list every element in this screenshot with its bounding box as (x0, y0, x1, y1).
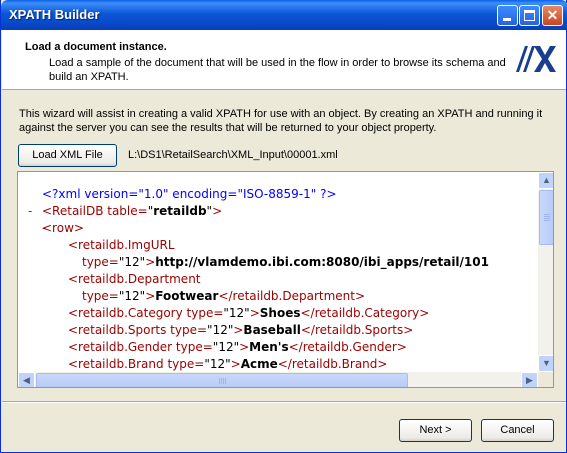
xml-token: </retaildb.Brand> (277, 357, 388, 371)
footer-divider (2, 401, 566, 403)
xml-line-content: <row> (42, 220, 84, 237)
xml-token: <RetailDB (42, 204, 104, 218)
header-description: Load a sample of the document that will … (49, 57, 506, 83)
xml-token: </retaildb.Department> (218, 289, 366, 303)
xml-line-content: <retaildb.Brand type="12">Acme</retaildb… (68, 356, 387, 372)
xml-token: > (230, 357, 241, 371)
xml-token: <retaildb.Gender (68, 340, 173, 354)
scrollbar-corner (538, 372, 553, 387)
next-button[interactable]: Next > (399, 419, 472, 442)
xml-line-content: <retaildb.Category type="12">Shoes</reta… (68, 305, 429, 322)
horizontal-scrollbar[interactable]: ◀ ▶ (18, 372, 538, 387)
close-icon: ✕ (546, 7, 559, 23)
xml-token: <retaildb.Sports (68, 323, 167, 337)
xml-line-content: type="12">Footwear</retaildb.Department> (82, 288, 365, 305)
xml-line-content: <retaildb.Sports type="12">Baseball</ret… (68, 322, 413, 339)
xml-token: Baseball (243, 323, 301, 337)
xml-token: "12" (223, 306, 250, 320)
scroll-down-button[interactable]: ▼ (538, 355, 553, 372)
file-path-label: L:\DS1\RetailSearch\XML_Input\00001.xml (128, 149, 338, 161)
xml-token: </retaildb.Category> (300, 306, 430, 320)
xml-token: type= (182, 306, 224, 320)
xml-token: <row> (42, 221, 84, 235)
xml-token: > (233, 323, 244, 337)
xml-token: > (145, 289, 156, 303)
maximize-button[interactable] (519, 5, 540, 26)
xml-token: type= (172, 340, 213, 354)
xml-line-content: <retaildb.Department (68, 271, 201, 288)
xml-token: Footwear (155, 289, 219, 303)
xml-line-content: <RetailDB table="retaildb"> (42, 203, 222, 220)
xml-token: Men's (249, 340, 289, 354)
cancel-button[interactable]: Cancel (481, 419, 554, 442)
xml-token: type= (166, 323, 208, 337)
xml-token: > (145, 255, 156, 269)
xml-line-content: type="12">http://vlamdemo.ibi.com:8080/i… (82, 254, 489, 271)
scroll-right-button[interactable]: ▶ (521, 372, 538, 387)
vertical-scrollbar[interactable]: ▲ ▼ (538, 172, 553, 372)
close-button[interactable]: ✕ (542, 5, 563, 26)
xml-token: type= (82, 289, 119, 303)
window-title: XPATH Builder (9, 7, 100, 22)
scroll-left-button[interactable]: ◀ (18, 372, 35, 387)
xml-token: Acme (240, 357, 278, 371)
xml-token: <retaildb.Category (68, 306, 183, 320)
xml-token: </retaildb.Gender> (288, 340, 407, 354)
xml-token: http://vlamdemo.ibi.com:8080/ibi_apps/re… (155, 255, 489, 269)
xml-token: "12" (207, 323, 234, 337)
header-title: Load a document instance. (25, 41, 167, 53)
xml-line-content: <retaildb.Gender type="12">Men's</retail… (68, 339, 407, 356)
title-bar[interactable]: XPATH Builder ✕ (1, 0, 567, 30)
xml-token: "12" (118, 255, 146, 269)
xml-token: </retaildb.Sports> (300, 323, 414, 337)
minimize-button[interactable] (497, 5, 518, 26)
xml-token: Shoes (259, 306, 301, 320)
xml-tree-view[interactable]: <?xml version="1.0" encoding="ISO-8859-1… (17, 171, 554, 388)
xml-token: table= (103, 204, 148, 218)
xml-line-content: <retaildb.ImgURL (68, 237, 175, 254)
horizontal-scroll-thumb[interactable] (36, 373, 408, 387)
xml-content: <?xml version="1.0" encoding="ISO-8859-1… (18, 172, 538, 372)
xml-token: "12" (212, 340, 240, 354)
xml-token: <retaildb.Department (68, 272, 201, 286)
intro-text: This wizard will assist in creating a va… (19, 108, 543, 134)
collapse-toggle[interactable]: - (28, 203, 32, 220)
xml-token: "12" (204, 357, 231, 371)
xml-token: <retaildb.Brand (68, 357, 164, 371)
iway-logo-icon (516, 46, 556, 72)
scroll-up-button[interactable]: ▲ (538, 172, 553, 189)
xml-token: > (239, 340, 250, 354)
xml-token: "12" (118, 289, 146, 303)
load-xml-file-button[interactable]: Load XML File (18, 144, 117, 167)
xml-token: retaildb (153, 204, 207, 218)
minimize-icon (503, 18, 511, 21)
xml-token: > (212, 204, 223, 218)
xml-token: <retaildb.ImgURL (68, 238, 175, 252)
xml-line-content: <?xml version="1.0" encoding="ISO-8859-1… (42, 186, 337, 203)
xml-token: > (249, 306, 260, 320)
vertical-scroll-thumb[interactable] (539, 190, 553, 245)
xml-token: <?xml version="1.0" encoding="ISO-8859-1… (42, 187, 337, 201)
wizard-header: Load a document instance. Load a sample … (2, 30, 566, 90)
wizard-window: XPATH Builder ✕ Load a document instance… (0, 0, 567, 453)
xml-token: type= (82, 255, 119, 269)
xml-token: type= (163, 357, 205, 371)
maximize-icon (524, 10, 535, 21)
